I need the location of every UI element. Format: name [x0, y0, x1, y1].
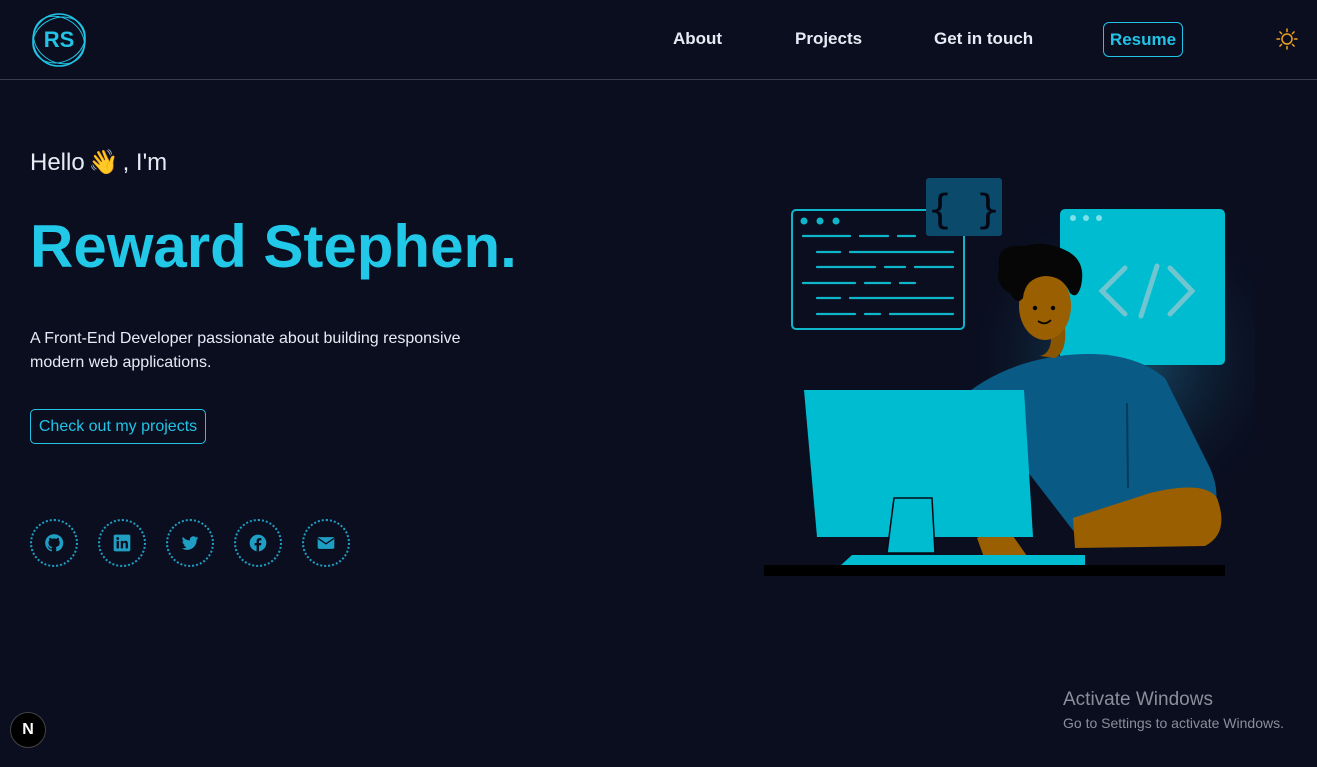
facebook-link[interactable] [234, 519, 282, 567]
twitter-icon [181, 536, 199, 550]
developer-illustration: { } [764, 178, 1255, 576]
activate-windows-subtitle: Go to Settings to activate Windows. [1063, 715, 1284, 731]
nextjs-dev-badge[interactable]: N [10, 712, 46, 748]
activate-windows-title: Activate Windows [1063, 689, 1213, 710]
github-icon [45, 534, 64, 552]
wave-emoji: 👋 [88, 149, 119, 176]
nav-get-in-touch[interactable]: Get in touch [934, 29, 1033, 49]
activate-windows-watermark: Activate Windows Go to Settings to activ… [1063, 689, 1284, 731]
greeting: Hello 👋, I'm [30, 148, 167, 177]
sun-icon[interactable] [1276, 28, 1298, 50]
logo[interactable]: RS [30, 11, 88, 69]
greeting-im: , I'm [122, 149, 168, 176]
braces-icon: { } [926, 178, 1002, 236]
linkedin-link[interactable] [98, 519, 146, 567]
check-projects-button[interactable]: Check out my projects [30, 409, 206, 444]
hero-tagline: A Front-End Developer passionate about b… [30, 330, 461, 371]
logo-text: RS [43, 27, 75, 52]
desk-icon [764, 565, 1225, 576]
greeting-hello: Hello [30, 149, 85, 176]
linkedin-icon [113, 534, 131, 552]
facebook-icon [249, 534, 267, 552]
navbar: RS About Projects Get in touch Resume [0, 0, 1317, 80]
svg-text:{ }: { } [928, 187, 1000, 233]
twitter-link[interactable] [166, 519, 214, 567]
code-tag-window-icon [1060, 209, 1225, 365]
email-icon [317, 537, 335, 549]
github-link[interactable] [30, 519, 78, 567]
hero-name: Reward Stephen. [30, 213, 517, 280]
email-link[interactable] [302, 519, 350, 567]
nav-about[interactable]: About [673, 29, 722, 49]
resume-button[interactable]: Resume [1103, 22, 1183, 57]
nav-projects[interactable]: Projects [795, 29, 862, 49]
